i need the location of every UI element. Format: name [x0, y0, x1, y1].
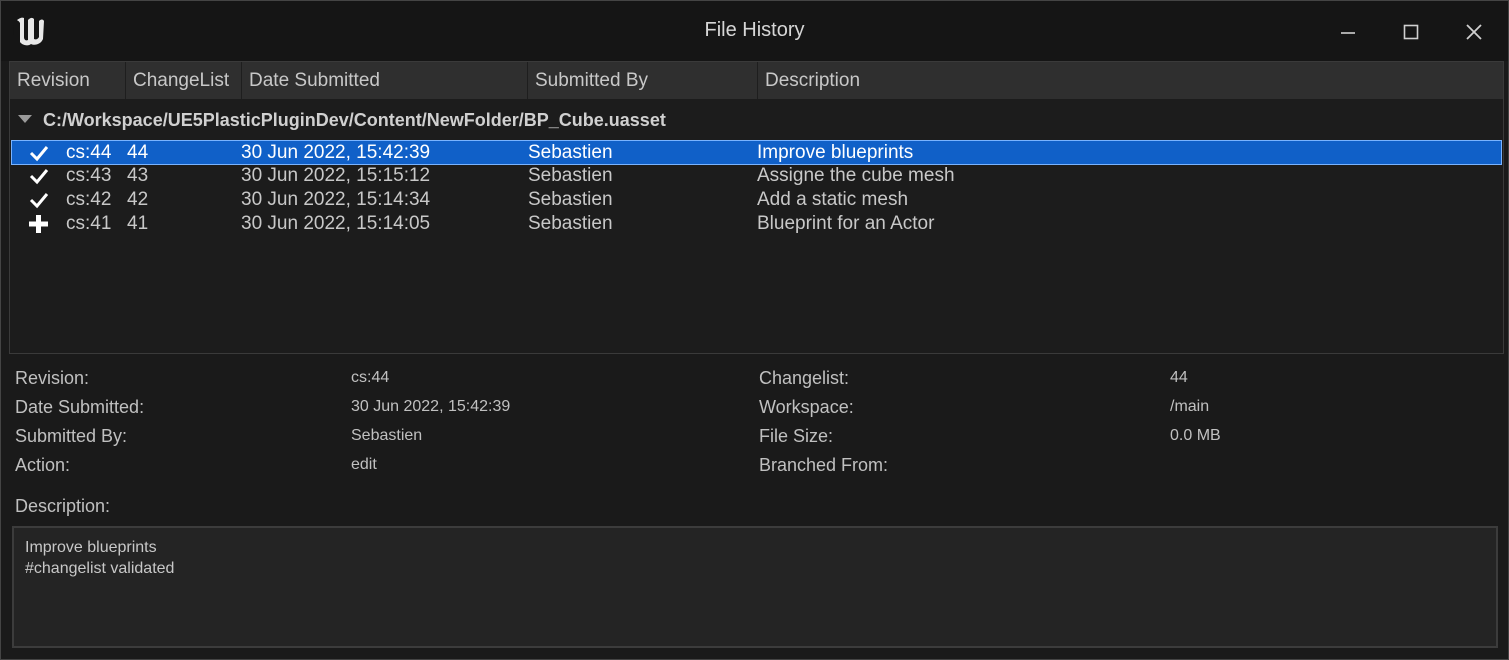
row-description: Add a static mesh [757, 189, 909, 210]
detail-value-workspace: /main [1170, 398, 1210, 415]
column-header-changelist[interactable]: ChangeList [126, 62, 242, 99]
plus-icon [28, 214, 50, 234]
row-revision: cs:42 [66, 189, 112, 210]
window-title: File History [704, 19, 805, 41]
row-changelist: 41 [127, 213, 149, 234]
row-changelist: 43 [127, 165, 149, 186]
title-bar[interactable]: File History [1, 1, 1508, 61]
row-date: 30 Jun 2022, 15:14:05 [241, 213, 431, 234]
row-revision: cs:43 [66, 165, 112, 186]
column-header-revision[interactable]: Revision [10, 62, 126, 99]
file-history-window: File History Revision ChangeList Date Su… [0, 0, 1509, 660]
row-changelist: 44 [127, 142, 149, 163]
expand-arrow-icon[interactable] [18, 115, 32, 124]
detail-label-description: Description: [15, 496, 111, 516]
file-group-header[interactable]: C:/Workspace/UE5PlasticPluginDev/Content… [18, 109, 666, 131]
maximize-button[interactable] [1393, 15, 1429, 49]
detail-label-date: Date Submitted: [15, 397, 145, 417]
row-revision: cs:41 [66, 213, 112, 234]
history-row[interactable]: cs:44 44 30 Jun 2022, 15:42:39 Sebastien… [11, 140, 1502, 165]
history-row[interactable]: cs:42 42 30 Jun 2022, 15:14:34 Sebastien… [12, 188, 1501, 211]
close-icon [1465, 23, 1483, 41]
minimize-icon [1340, 24, 1356, 40]
checkmark-icon [28, 190, 50, 210]
row-description: Blueprint for an Actor [757, 213, 935, 234]
revision-details-panel: Revision: cs:44 Date Submitted: 30 Jun 2… [9, 361, 1502, 651]
row-revision: cs:44 [66, 142, 112, 163]
description-textbox[interactable]: Improve blueprints #changelist validated [12, 526, 1498, 648]
detail-label-submitted-by: Submitted By: [15, 426, 128, 446]
description-line: Improve blueprints [25, 539, 157, 556]
minimize-button[interactable] [1330, 15, 1366, 49]
history-row[interactable]: cs:43 43 30 Jun 2022, 15:15:12 Sebastien… [12, 164, 1501, 187]
detail-label-changelist: Changelist: [759, 368, 850, 388]
row-user: Sebastien [528, 142, 613, 163]
detail-label-action: Action: [15, 455, 71, 475]
row-date: 30 Jun 2022, 15:42:39 [241, 142, 431, 163]
row-changelist: 42 [127, 189, 149, 210]
row-description: Improve blueprints [757, 142, 914, 163]
detail-label-revision: Revision: [15, 368, 90, 388]
description-line: #changelist validated [25, 560, 175, 577]
column-header-date[interactable]: Date Submitted [242, 62, 528, 99]
column-header-row: Revision ChangeList Date Submitted Submi… [10, 62, 1503, 99]
row-user: Sebastien [528, 189, 613, 210]
column-header-submitted-by[interactable]: Submitted By [528, 62, 758, 99]
row-date: 30 Jun 2022, 15:14:34 [241, 189, 431, 210]
checkmark-icon [28, 143, 50, 163]
detail-value-action: edit [351, 456, 377, 473]
detail-value-submitted-by: Sebastien [351, 427, 423, 444]
detail-value-file-size: 0.0 MB [1170, 427, 1221, 444]
checkmark-icon [28, 166, 50, 186]
maximize-icon [1403, 24, 1419, 40]
detail-label-branched-from: Branched From: [759, 455, 889, 475]
detail-value-revision: cs:44 [351, 369, 390, 386]
detail-label-workspace: Workspace: [759, 397, 854, 417]
history-row[interactable]: cs:41 41 30 Jun 2022, 15:14:05 Sebastien… [12, 212, 1501, 235]
detail-value-date: 30 Jun 2022, 15:42:39 [351, 398, 511, 415]
row-date: 30 Jun 2022, 15:15:12 [241, 165, 431, 186]
detail-value-changelist: 44 [1170, 369, 1188, 386]
row-description: Assigne the cube mesh [757, 165, 955, 186]
column-header-description[interactable]: Description [758, 62, 1503, 99]
row-user: Sebastien [528, 165, 613, 186]
detail-label-file-size: File Size: [759, 426, 834, 446]
close-button[interactable] [1456, 15, 1492, 49]
history-list-panel: Revision ChangeList Date Submitted Submi… [9, 61, 1504, 354]
row-user: Sebastien [528, 213, 613, 234]
file-path: C:/Workspace/UE5PlasticPluginDev/Content… [43, 110, 666, 130]
